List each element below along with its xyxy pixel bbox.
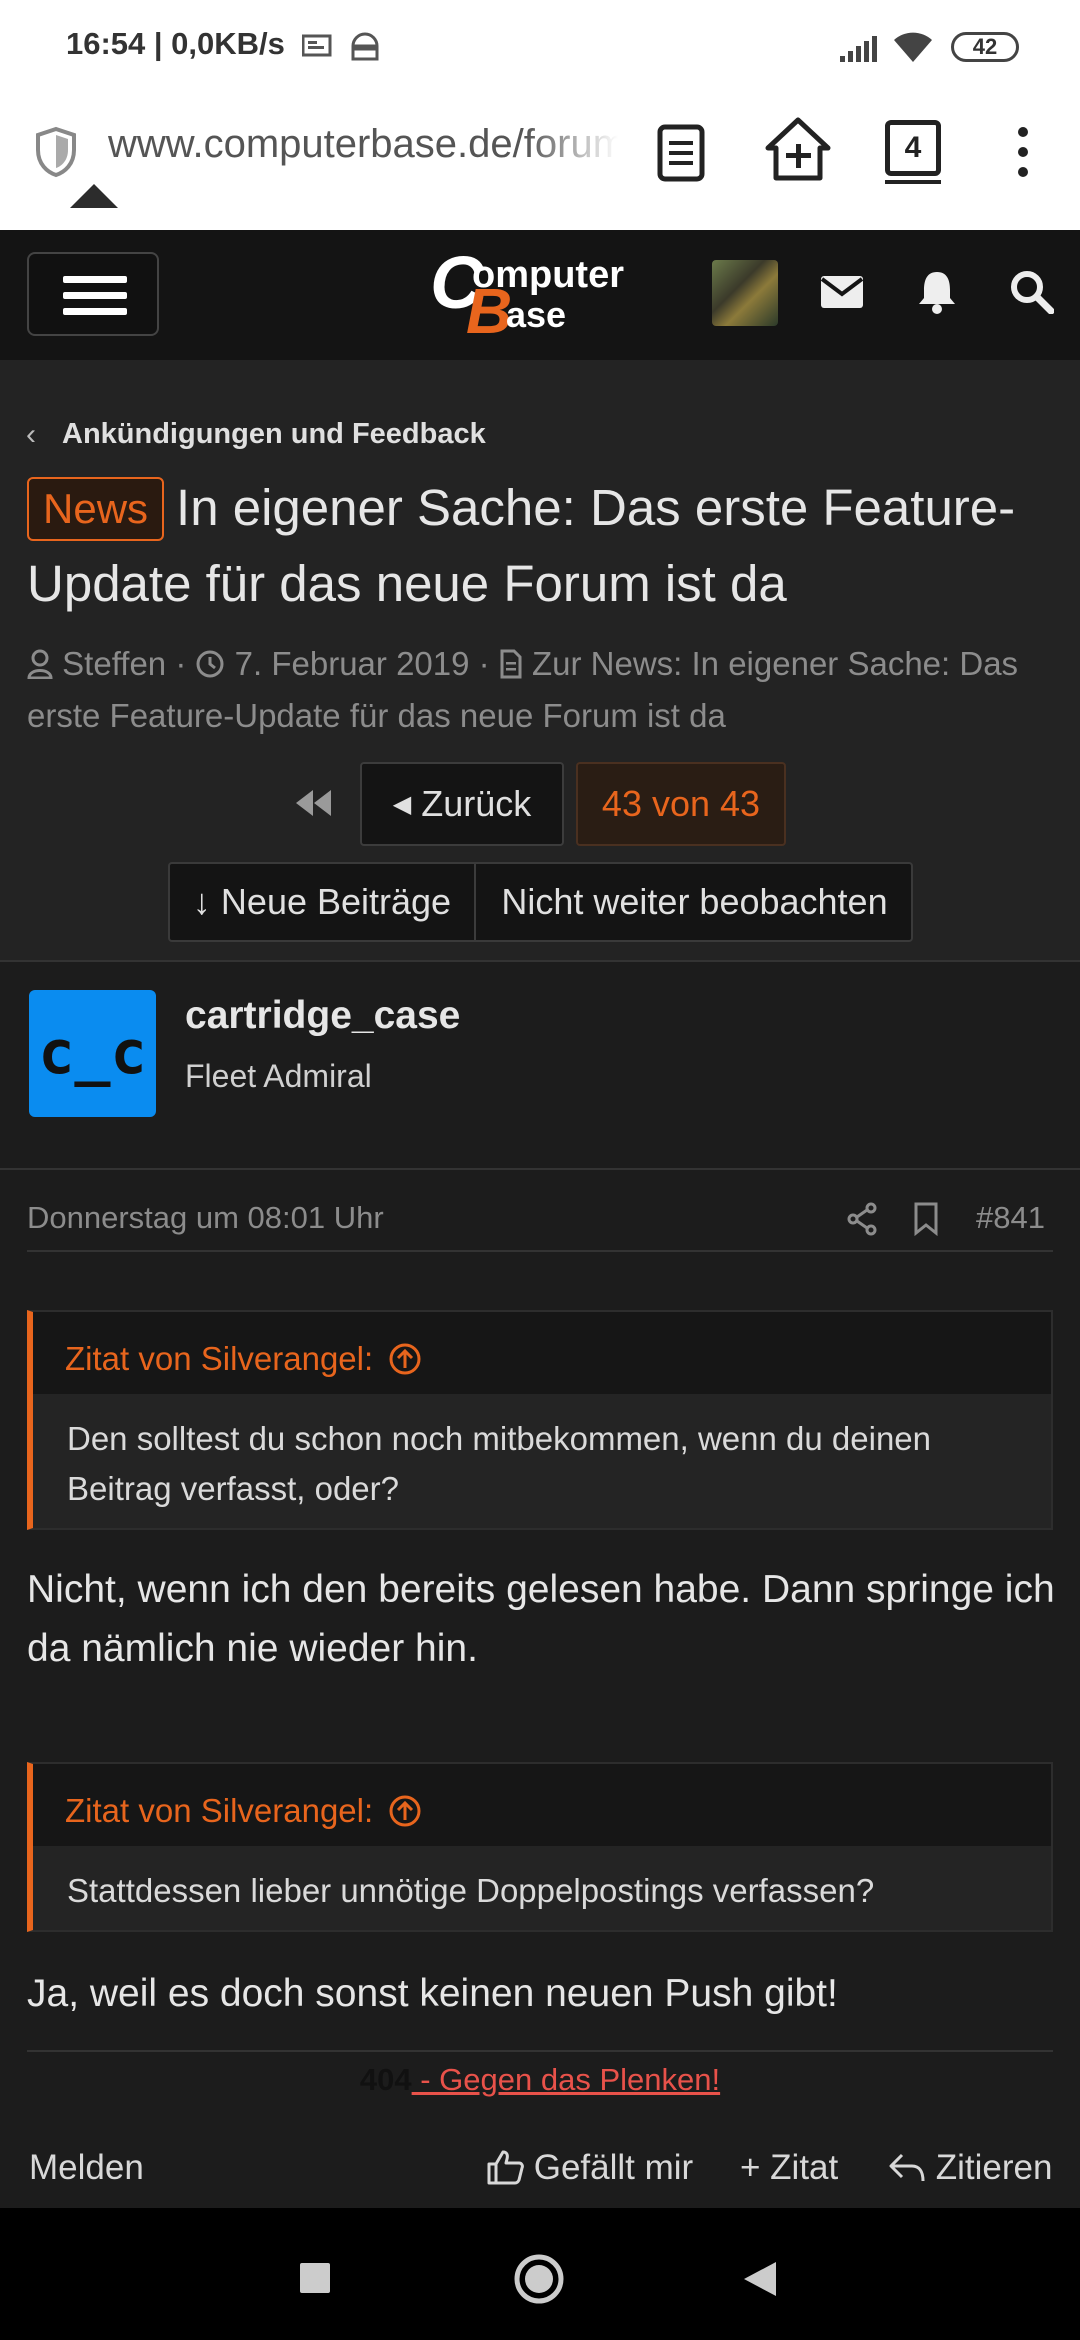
divider xyxy=(27,1250,1053,1252)
reply-quote-button[interactable]: Zitieren xyxy=(888,2148,1052,2188)
report-button[interactable]: Melden xyxy=(29,2148,144,2188)
post-author-block: c_c cartridge_case Fleet Admiral xyxy=(0,962,1080,1170)
bell-icon[interactable] xyxy=(918,268,956,314)
previous-page-button[interactable]: ◀ Zurück xyxy=(360,762,564,846)
notification-icon xyxy=(302,34,332,57)
quote-block: Zitat von Silverangel: Den solltest du s… xyxy=(27,1310,1053,1530)
news-prefix-badge[interactable]: News xyxy=(27,477,165,541)
battery-indicator: 42 xyxy=(951,32,1019,62)
first-page-icon[interactable] xyxy=(294,788,334,818)
search-icon[interactable] xyxy=(1010,270,1054,314)
signature-divider xyxy=(27,2050,1053,2052)
chevron-left-icon[interactable]: ‹ xyxy=(26,418,36,452)
back-button[interactable] xyxy=(742,2260,778,2298)
tabs-button[interactable]: 4 xyxy=(885,120,941,176)
recents-button[interactable] xyxy=(300,2263,330,2293)
site-logo[interactable]: C omputer B ase xyxy=(430,241,650,347)
author-caret xyxy=(70,184,118,208)
quote-header[interactable]: Zitat von Silverangel: xyxy=(65,1340,422,1378)
avatar[interactable]: c_c xyxy=(29,990,156,1117)
android-icon xyxy=(351,32,379,61)
add-quote-button[interactable]: + Zitat xyxy=(740,2148,838,2188)
document-icon xyxy=(500,649,522,679)
bookmark-icon[interactable] xyxy=(912,1202,940,1236)
thread-author[interactable]: Steffen xyxy=(62,645,166,682)
like-button[interactable]: Gefällt mir xyxy=(486,2148,693,2188)
quote-block: Zitat von Silverangel: Stattdessen liebe… xyxy=(27,1762,1053,1932)
page-title: News In eigener Sache: Das erste Feature-… xyxy=(27,470,1057,622)
clock-icon xyxy=(196,650,224,678)
signature-link[interactable]: - Gegen das Plenken! xyxy=(412,2062,720,2097)
quote-text: Den solltest du schon noch mitbekommen, … xyxy=(33,1394,1051,1528)
shield-icon[interactable] xyxy=(34,126,78,178)
more-menu-icon[interactable] xyxy=(1008,124,1038,180)
url-field[interactable]: www.computerbase.de/forum/threads/in-eig… xyxy=(108,122,618,167)
status-bar: 16:54 | 0,0KB/s 42 xyxy=(0,0,1080,72)
status-time: 16:54 | 0,0KB/s xyxy=(66,26,285,61)
post-username[interactable]: cartridge_case xyxy=(185,994,460,1038)
arrow-up-circle-icon[interactable] xyxy=(388,1342,422,1376)
system-navigation-bar xyxy=(0,2208,1080,2340)
thumbs-up-icon xyxy=(487,2150,524,2185)
tabs-underline xyxy=(885,180,941,184)
signature: 404 - Gegen das Plenken! xyxy=(0,2062,1080,2098)
signal-icon xyxy=(840,36,877,62)
thread-header: ‹ Ankündigungen und Feedback News In eige… xyxy=(0,360,1080,962)
new-posts-button[interactable]: ↓ Neue Beiträge xyxy=(170,864,476,940)
thread-action-group: ↓ Neue Beiträge Nicht weiter beobachten xyxy=(168,862,913,942)
post-number[interactable]: #841 xyxy=(976,1200,1045,1236)
quote-text: Stattdessen lieber unnötige Doppelpostin… xyxy=(33,1846,1051,1930)
quote-header[interactable]: Zitat von Silverangel: xyxy=(65,1792,422,1830)
arrow-up-circle-icon[interactable] xyxy=(388,1794,422,1828)
thread-date[interactable]: 7. Februar 2019 xyxy=(235,645,470,682)
mail-icon[interactable] xyxy=(820,274,864,310)
share-icon[interactable] xyxy=(846,1202,878,1236)
reply-icon xyxy=(889,2153,925,2182)
news-article-link[interactable]: Zur News: In eigener Sache: Das erste Fe… xyxy=(27,645,1018,734)
post-text: Nicht, wenn ich den bereits gelesen habe… xyxy=(27,1568,1055,1670)
reader-mode-icon[interactable] xyxy=(656,124,706,182)
unwatch-button[interactable]: Nicht weiter beobachten xyxy=(476,864,913,940)
wifi-icon xyxy=(894,32,932,62)
home-icon[interactable] xyxy=(764,116,832,182)
site-header: C omputer B ase xyxy=(0,230,1080,362)
menu-button[interactable] xyxy=(27,252,159,336)
signature-code: 404 xyxy=(359,2062,412,2097)
post-timestamp[interactable]: Donnerstag um 08:01 Uhr xyxy=(27,1200,384,1236)
page-selector[interactable]: 43 von 43 xyxy=(576,762,786,846)
user-avatar[interactable] xyxy=(712,260,778,326)
home-button[interactable] xyxy=(512,2252,566,2306)
user-icon xyxy=(27,649,53,680)
post-text: Ja, weil es doch sonst keinen neuen Push… xyxy=(27,1972,838,2015)
caret-left-icon: ◀ xyxy=(392,791,412,818)
user-title: Fleet Admiral xyxy=(185,1058,372,1094)
breadcrumb[interactable]: Ankündigungen und Feedback xyxy=(62,418,486,451)
thread-title: In eigener Sache: Das erste Feature-Upda… xyxy=(27,479,1016,612)
thread-meta: Steffen · 7. Februar 2019 · Zur News: In… xyxy=(27,645,1019,734)
browser-toolbar: www.computerbase.de/forum/threads/in-eig… xyxy=(0,72,1080,232)
